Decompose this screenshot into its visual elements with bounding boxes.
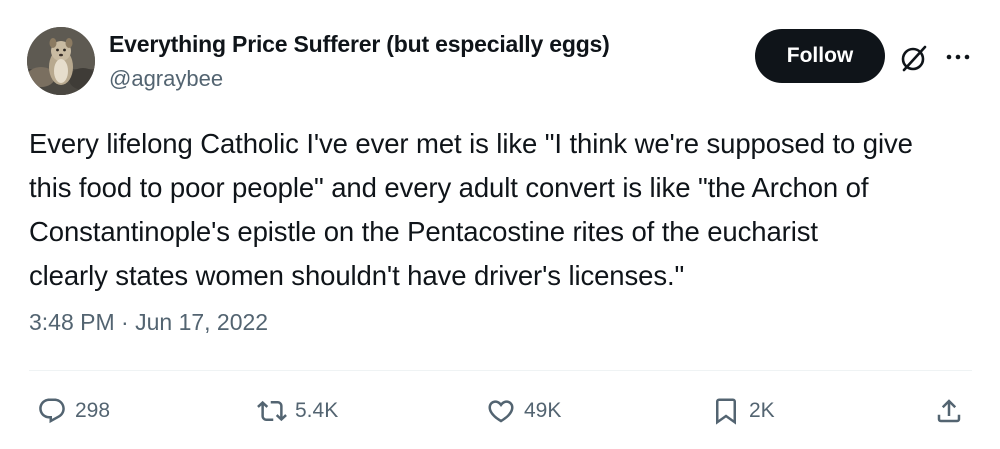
share-button[interactable]	[934, 394, 964, 428]
like-button[interactable]: 49K	[486, 394, 561, 428]
tweet-card: Everything Price Sufferer (but especiall…	[0, 0, 1000, 449]
author-handle[interactable]: @agraybee	[109, 66, 223, 92]
avatar[interactable]	[27, 27, 95, 95]
more-icon[interactable]	[943, 42, 973, 72]
repost-icon	[257, 400, 287, 422]
divider	[29, 370, 972, 371]
tweet-timestamp[interactable]: 3:48 PM · Jun 17, 2022	[29, 309, 268, 336]
share-icon	[937, 399, 961, 423]
bookmark-button[interactable]: 2K	[711, 394, 775, 428]
repost-count: 5.4K	[295, 399, 339, 422]
author-display-name[interactable]: Everything Price Sufferer (but especiall…	[109, 31, 610, 58]
reply-button[interactable]: 298	[37, 394, 110, 428]
heart-icon	[488, 400, 514, 423]
grok-icon[interactable]	[898, 42, 930, 74]
reply-count: 298	[75, 399, 111, 422]
tweet-text: Every lifelong Catholic I've ever met is…	[29, 122, 979, 298]
reply-icon	[39, 398, 65, 424]
tweet-text-line: this food to poor people" and every adul…	[29, 172, 869, 203]
tweet-text-line: clearly states women shouldn't have driv…	[29, 260, 685, 291]
bookmark-count: 2K	[749, 399, 775, 422]
avatar-image	[27, 27, 95, 95]
like-count: 49K	[524, 399, 562, 422]
bookmark-icon	[716, 398, 736, 425]
tweet-text-line: Constantinople's epistle on the Pentacos…	[29, 216, 818, 247]
follow-button[interactable]: Follow	[755, 29, 885, 83]
tweet-text-line: Every lifelong Catholic I've ever met is…	[29, 128, 913, 159]
repost-button[interactable]: 5.4K	[257, 394, 338, 428]
